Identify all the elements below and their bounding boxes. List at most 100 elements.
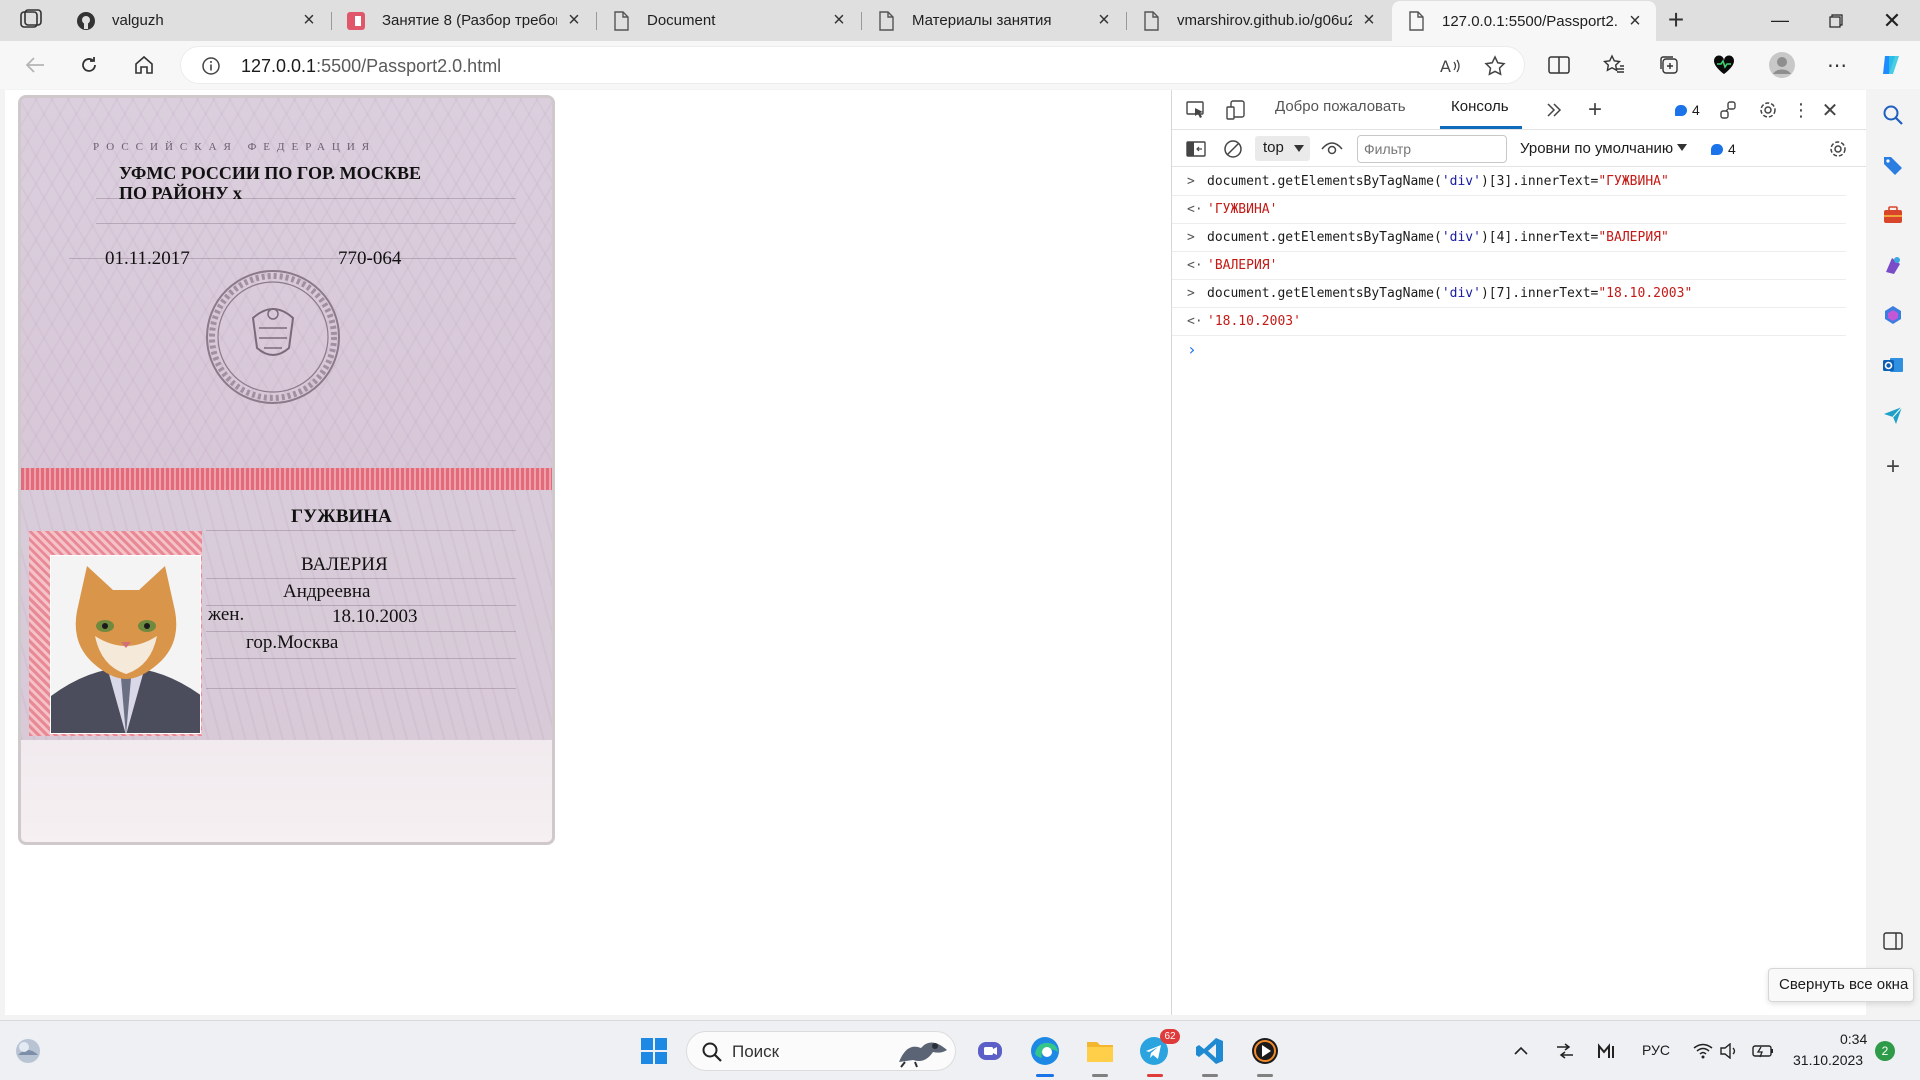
hide-sidebar-icon[interactable] xyxy=(1880,928,1906,954)
code-string: "18.10.2003" xyxy=(1598,286,1693,301)
file-explorer-icon[interactable] xyxy=(1082,1033,1118,1069)
read-aloud-icon[interactable]: A xyxy=(1436,53,1464,79)
more-menu-icon[interactable]: ⋯ xyxy=(1820,49,1854,81)
log-levels-dropdown[interactable]: Уровни по умолчанию xyxy=(1520,140,1688,157)
url-path: :5500/Passport2.0.html xyxy=(316,56,502,76)
start-windows-icon[interactable] xyxy=(636,1033,672,1069)
issues-badge[interactable]: 4 xyxy=(1675,102,1700,118)
close-icon[interactable]: × xyxy=(1624,10,1646,32)
sidebar-toggle-icon[interactable] xyxy=(1182,135,1210,163)
copilot-icon[interactable] xyxy=(1875,49,1909,81)
tab-strip: valguzh × Занятие 8 (Разбор требова × Do… xyxy=(0,0,1920,41)
restore-button[interactable] xyxy=(1808,0,1864,41)
clear-console-icon[interactable] xyxy=(1219,135,1247,163)
console-prompt[interactable]: › xyxy=(1172,336,1846,364)
split-screen-icon[interactable] xyxy=(1542,49,1576,81)
search-icon[interactable] xyxy=(1880,102,1906,128)
close-devtools-icon[interactable]: ✕ xyxy=(1816,96,1844,124)
form-line xyxy=(206,530,516,531)
edge-browser-icon[interactable] xyxy=(1027,1033,1063,1069)
collections-icon[interactable] xyxy=(1652,49,1686,81)
connect-icon[interactable] xyxy=(1714,96,1742,124)
wifi-icon[interactable] xyxy=(1690,1033,1716,1069)
close-icon[interactable]: × xyxy=(563,9,585,32)
info-icon[interactable] xyxy=(201,56,221,76)
close-icon[interactable]: × xyxy=(1093,9,1115,32)
console-toolbar: top Фильтр Уровни по умолчанию 4 xyxy=(1172,131,1866,167)
url-text[interactable]: 127.0.0.1:5500/Passport2.0.html xyxy=(241,56,501,77)
inspect-element-icon[interactable] xyxy=(1182,96,1210,124)
close-window-button[interactable]: ✕ xyxy=(1864,0,1920,41)
favorite-star-icon[interactable] xyxy=(1481,53,1509,79)
console-input-line[interactable]: > document.getElementsByTagName('div')[4]… xyxy=(1172,224,1846,252)
telegram-unread-badge: 62 xyxy=(1160,1029,1180,1044)
more-tabs-icon[interactable] xyxy=(1540,96,1568,124)
live-expression-eye-icon[interactable] xyxy=(1318,135,1346,163)
tab-github-io[interactable]: vmarshirov.github.io/g06u2 × xyxy=(1127,0,1390,41)
svg-text:A: A xyxy=(1440,57,1451,76)
outlook-icon[interactable] xyxy=(1880,352,1906,378)
tab-console[interactable]: Консоль xyxy=(1451,98,1509,115)
vscode-icon[interactable] xyxy=(1192,1033,1228,1069)
microsoft-365-icon[interactable] xyxy=(1880,302,1906,328)
games-icon[interactable] xyxy=(1880,252,1906,278)
refresh-icon[interactable] xyxy=(72,49,106,81)
address-bar[interactable]: 127.0.0.1:5500/Passport2.0.html A xyxy=(180,46,1525,84)
tab-github[interactable]: valguzh × xyxy=(62,0,330,41)
profile-avatar[interactable] xyxy=(1765,49,1799,81)
media-player-icon[interactable] xyxy=(1247,1033,1283,1069)
chevron-up-icon[interactable] xyxy=(1508,1033,1534,1069)
tab-document[interactable]: Document × xyxy=(597,0,860,41)
clock-time[interactable]: 0:34 xyxy=(1840,1031,1867,1047)
weather-widget-icon[interactable] xyxy=(10,1033,46,1069)
language-indicator[interactable]: РУС xyxy=(1642,1042,1670,1058)
filter-input[interactable]: Фильтр xyxy=(1357,135,1507,163)
search-highlight-image xyxy=(895,1036,951,1073)
shopping-tag-icon[interactable] xyxy=(1880,152,1906,178)
new-tab-button[interactable]: + xyxy=(1660,6,1692,36)
tab-passport[interactable]: 127.0.0.1:5500/Passport2.0.h × xyxy=(1392,1,1656,41)
tools-briefcase-icon[interactable] xyxy=(1880,202,1906,228)
app-tray-icon[interactable] xyxy=(1594,1033,1620,1069)
taskbar-search[interactable]: Поиск xyxy=(686,1031,956,1071)
battery-icon[interactable] xyxy=(1750,1033,1776,1069)
network-adapter-icon[interactable] xyxy=(1552,1033,1578,1069)
close-icon[interactable]: × xyxy=(828,9,850,32)
chevron-right-icon: > xyxy=(1187,286,1195,301)
add-sidebar-app-icon[interactable]: + xyxy=(1880,453,1906,480)
customize-menu-icon[interactable]: ⋮ xyxy=(1787,96,1815,124)
code-string: "ГУЖВИНА" xyxy=(1598,174,1669,189)
volume-icon[interactable] xyxy=(1716,1033,1742,1069)
tab-welcome[interactable]: Добро пожаловать xyxy=(1275,98,1406,115)
meet-camera-icon[interactable] xyxy=(972,1033,1008,1069)
tab-materials[interactable]: Материалы занятия × xyxy=(862,0,1125,41)
minimize-button[interactable]: — xyxy=(1752,0,1808,41)
browser-essentials-icon[interactable] xyxy=(1707,49,1741,81)
close-icon[interactable]: × xyxy=(298,9,320,32)
context-value: top xyxy=(1263,139,1284,156)
console-settings-gear-icon[interactable] xyxy=(1824,135,1852,163)
tab-lesson[interactable]: Занятие 8 (Разбор требова × xyxy=(332,0,595,41)
url-host: 127.0.0.1 xyxy=(241,56,317,76)
clock-date[interactable]: 31.10.2023 xyxy=(1793,1052,1863,1068)
settings-gear-icon[interactable] xyxy=(1754,96,1782,124)
search-icon xyxy=(701,1041,723,1068)
passport-red-band xyxy=(21,468,552,490)
filter-issues-badge[interactable]: 4 xyxy=(1711,141,1736,157)
home-icon[interactable] xyxy=(127,49,161,81)
console-output-line: <· '18.10.2003' xyxy=(1172,308,1846,336)
tab-title: 127.0.0.1:5500/Passport2.0.h xyxy=(1442,12,1618,30)
close-icon[interactable]: × xyxy=(1358,9,1380,32)
context-selector[interactable]: top xyxy=(1255,136,1310,161)
send-icon[interactable] xyxy=(1880,402,1906,428)
workspaces-icon[interactable] xyxy=(18,8,44,32)
back-icon[interactable] xyxy=(18,49,52,81)
console-input-line[interactable]: > document.getElementsByTagName('div')[7]… xyxy=(1172,280,1846,308)
console-input-line[interactable]: > document.getElementsByTagName('div')[3]… xyxy=(1172,168,1846,196)
birth-date: 18.10.2003 xyxy=(332,606,418,627)
favorites-icon[interactable] xyxy=(1597,49,1631,81)
notification-badge[interactable]: 2 xyxy=(1875,1041,1895,1061)
add-tool-icon[interactable]: + xyxy=(1581,96,1609,124)
device-emulation-icon[interactable] xyxy=(1222,96,1250,124)
toolbar: 127.0.0.1:5500/Passport2.0.html A ⋯ xyxy=(0,41,1920,89)
